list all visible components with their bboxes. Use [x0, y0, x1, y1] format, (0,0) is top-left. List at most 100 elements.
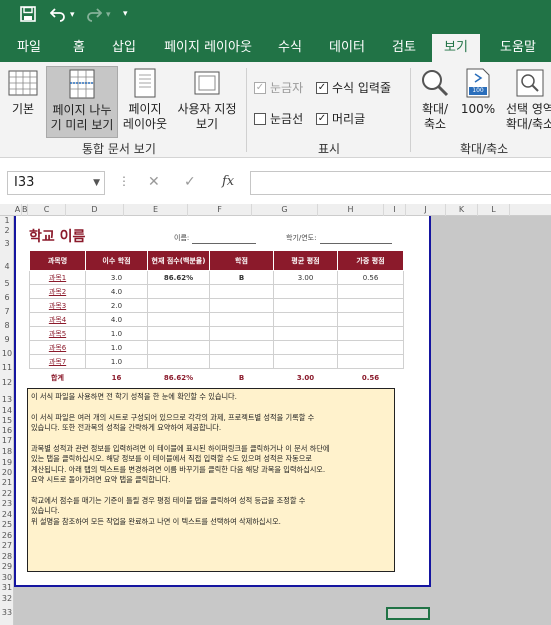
page-layout-view-button[interactable]: 페이지 레이아웃	[120, 68, 170, 140]
undo-icon[interactable]	[49, 6, 66, 26]
cancel-icon[interactable]: ✕	[148, 174, 160, 190]
column-header-i[interactable]: I	[384, 204, 406, 216]
row-header-32[interactable]: 32	[0, 594, 14, 603]
table-cell[interactable]	[147, 298, 210, 313]
row-header-21[interactable]: 21	[0, 478, 14, 487]
table-cell[interactable]	[273, 326, 338, 341]
page-title[interactable]: 학교 이름	[29, 226, 85, 246]
table-cell[interactable]	[209, 340, 274, 355]
gridlines-checkbox[interactable]: 눈금선	[254, 110, 303, 127]
row-header-30[interactable]: 30	[0, 573, 14, 582]
row-header-4[interactable]: 4	[0, 262, 14, 271]
table-cell[interactable]: 4.0	[85, 312, 148, 327]
row-header-20[interactable]: 20	[0, 468, 14, 477]
column-header-l[interactable]: L	[478, 204, 510, 216]
table-cell[interactable]	[337, 312, 404, 327]
total-cell[interactable]: 0.56	[337, 368, 404, 388]
table-cell[interactable]: 2.0	[85, 298, 148, 313]
total-cell[interactable]: 3.00	[273, 368, 338, 388]
table-cell[interactable]	[147, 340, 210, 355]
custom-views-button[interactable]: 사용자 지정 보기	[174, 68, 240, 140]
row-header-19[interactable]: 19	[0, 458, 14, 467]
course-link[interactable]: 과목4	[29, 312, 86, 327]
row-header-14[interactable]: 14	[0, 406, 14, 415]
tab-file[interactable]: 파일	[6, 34, 52, 62]
table-cell[interactable]: 1.0	[85, 354, 148, 369]
row-header-10[interactable]: 10	[0, 349, 14, 358]
table-cell[interactable]	[273, 312, 338, 327]
column-header-k[interactable]: K	[446, 204, 478, 216]
table-cell[interactable]	[337, 354, 404, 369]
name-box[interactable]: I33 ▼	[7, 171, 105, 195]
zoom-button[interactable]: 확대/ 축소	[416, 68, 454, 140]
table-cell[interactable]	[147, 284, 210, 299]
table-cell[interactable]	[337, 298, 404, 313]
table-cell[interactable]	[273, 284, 338, 299]
column-header-g[interactable]: G	[252, 204, 318, 216]
tab-formulas[interactable]: 수식	[268, 34, 312, 62]
table-cell[interactable]: 86.62%	[147, 270, 210, 285]
row-header-17[interactable]: 17	[0, 436, 14, 445]
row-header-33[interactable]: 33	[0, 608, 14, 617]
tab-home[interactable]: 홈	[60, 34, 98, 62]
save-icon[interactable]	[20, 6, 36, 26]
row-header-25[interactable]: 25	[0, 520, 14, 529]
row-header-31[interactable]: 31	[0, 583, 14, 592]
row-header-5[interactable]: 5	[0, 279, 14, 288]
column-header-e[interactable]: E	[124, 204, 188, 216]
tab-view[interactable]: 보기	[432, 34, 480, 62]
row-header-23[interactable]: 23	[0, 499, 14, 508]
table-cell[interactable]	[273, 354, 338, 369]
table-cell[interactable]: 3.0	[85, 270, 148, 285]
normal-view-button[interactable]: 기본	[4, 68, 42, 136]
row-header-24[interactable]: 24	[0, 510, 14, 519]
table-cell[interactable]	[147, 354, 210, 369]
row-header-12[interactable]: 12	[0, 378, 14, 387]
redo-icon[interactable]	[86, 6, 103, 26]
row-header-13[interactable]: 13	[0, 395, 14, 404]
table-cell[interactable]	[337, 284, 404, 299]
course-link[interactable]: 과목5	[29, 326, 86, 341]
tab-page-layout[interactable]: 페이지 레이아웃	[156, 34, 260, 62]
total-cell[interactable]: B	[209, 368, 274, 388]
headings-checkbox[interactable]: ✓ 머리글	[316, 110, 365, 127]
table-cell[interactable]	[147, 312, 210, 327]
course-link[interactable]: 과목1	[29, 270, 86, 285]
column-header-j[interactable]: J	[406, 204, 446, 216]
row-header-22[interactable]: 22	[0, 489, 14, 498]
row-header-9[interactable]: 9	[0, 335, 14, 344]
zoom-100-button[interactable]: 100 100%	[458, 68, 498, 140]
tab-help[interactable]: 도움말	[488, 34, 548, 62]
table-cell[interactable]	[209, 354, 274, 369]
course-link[interactable]: 과목2	[29, 284, 86, 299]
table-cell[interactable]: 1.0	[85, 326, 148, 341]
table-cell[interactable]	[209, 312, 274, 327]
selected-cell[interactable]	[386, 607, 430, 620]
table-cell[interactable]	[209, 326, 274, 341]
table-cell[interactable]: B	[209, 270, 274, 285]
column-header-h[interactable]: H	[318, 204, 384, 216]
zoom-to-selection-button[interactable]: 선택 영역 확대/축소	[500, 68, 551, 140]
row-header-26[interactable]: 26	[0, 531, 14, 540]
page-break-preview-button[interactable]: 페이지 나누 기 미리 보기	[46, 66, 118, 138]
course-link[interactable]: 과목7	[29, 354, 86, 369]
ruler-checkbox[interactable]: ✓ 눈금자	[254, 79, 303, 96]
row-header-6[interactable]: 6	[0, 293, 14, 302]
drag-handle-icon[interactable]: ⋮	[118, 174, 130, 188]
table-cell[interactable]: 1.0	[85, 340, 148, 355]
formula-input[interactable]	[250, 171, 551, 195]
table-cell[interactable]	[273, 298, 338, 313]
tab-insert[interactable]: 삽입	[102, 34, 146, 62]
redo-dropdown-icon[interactable]: ▾	[106, 10, 111, 20]
total-cell[interactable]: 합계	[29, 368, 86, 388]
row-header-28[interactable]: 28	[0, 552, 14, 561]
table-cell[interactable]	[337, 326, 404, 341]
formula-bar-checkbox[interactable]: ✓ 수식 입력줄	[316, 79, 391, 96]
table-cell[interactable]	[209, 284, 274, 299]
instructions-note[interactable]: 이 서식 파일을 사용하면 전 학기 성적을 한 눈에 확인할 수 있습니다. …	[27, 388, 395, 572]
column-header-d[interactable]: D	[66, 204, 124, 216]
column-header-f[interactable]: F	[188, 204, 252, 216]
table-cell[interactable]	[337, 340, 404, 355]
undo-dropdown-icon[interactable]: ▾	[70, 10, 75, 20]
insert-function-icon[interactable]: fx	[222, 174, 234, 189]
